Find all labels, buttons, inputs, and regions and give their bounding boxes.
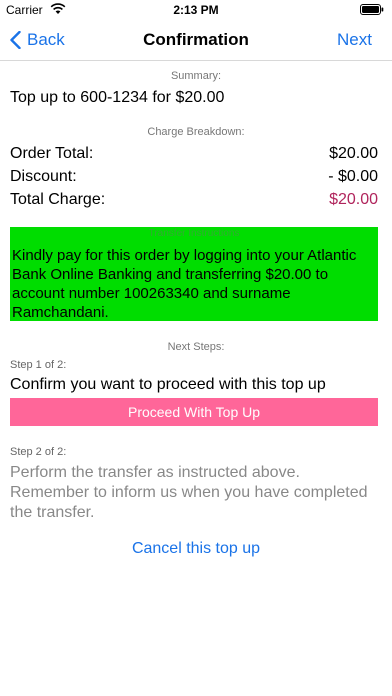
proceed-with-top-up-button[interactable]: Proceed With Top Up (10, 398, 378, 426)
order-total-label: Order Total: (10, 145, 94, 162)
battery-icon (360, 4, 384, 15)
order-total-value: $20.00 (329, 145, 378, 162)
total-charge-row: Total Charge: $20.00 (10, 191, 378, 209)
step1-text: Confirm you want to proceed with this to… (10, 376, 326, 393)
clock-time: 2:13 PM (173, 3, 219, 17)
summary-text: Top up to 600-1234 for $20.00 (10, 89, 225, 106)
summary-label: Summary: (170, 70, 222, 82)
total-charge-label: Total Charge: (10, 191, 106, 208)
transfer-instructions-text: Kindly pay for this order by logging int… (12, 247, 357, 321)
navigation-bar: Back Confirmation Next (0, 22, 392, 61)
discount-label: Discount: (10, 168, 77, 185)
charge-breakdown-label: Charge Breakdown: (147, 126, 245, 138)
next-steps-label: Next Steps: (167, 341, 225, 353)
total-charge-value: $20.00 (329, 191, 378, 208)
discount-value: - $0.00 (328, 168, 378, 185)
discount-row: Discount: - $0.00 (10, 168, 378, 186)
page-title: Confirmation (143, 30, 249, 49)
status-bar: Carrier 2:13 PM (0, 0, 392, 22)
transfer-instructions-header: Transfer Instructions (148, 228, 240, 239)
next-button[interactable]: Next (337, 30, 372, 50)
order-total-row: Order Total: $20.00 (10, 145, 378, 163)
transfer-instructions-box: Transfer Instructions Kindly pay for thi… (10, 227, 378, 321)
cancel-top-up-link[interactable]: Cancel this top up (0, 540, 392, 558)
step2-label: Step 2 of 2: (10, 446, 67, 458)
step1-label: Step 1 of 2: (10, 359, 67, 371)
step2-text: Perform the transfer as instructed above… (10, 464, 368, 521)
